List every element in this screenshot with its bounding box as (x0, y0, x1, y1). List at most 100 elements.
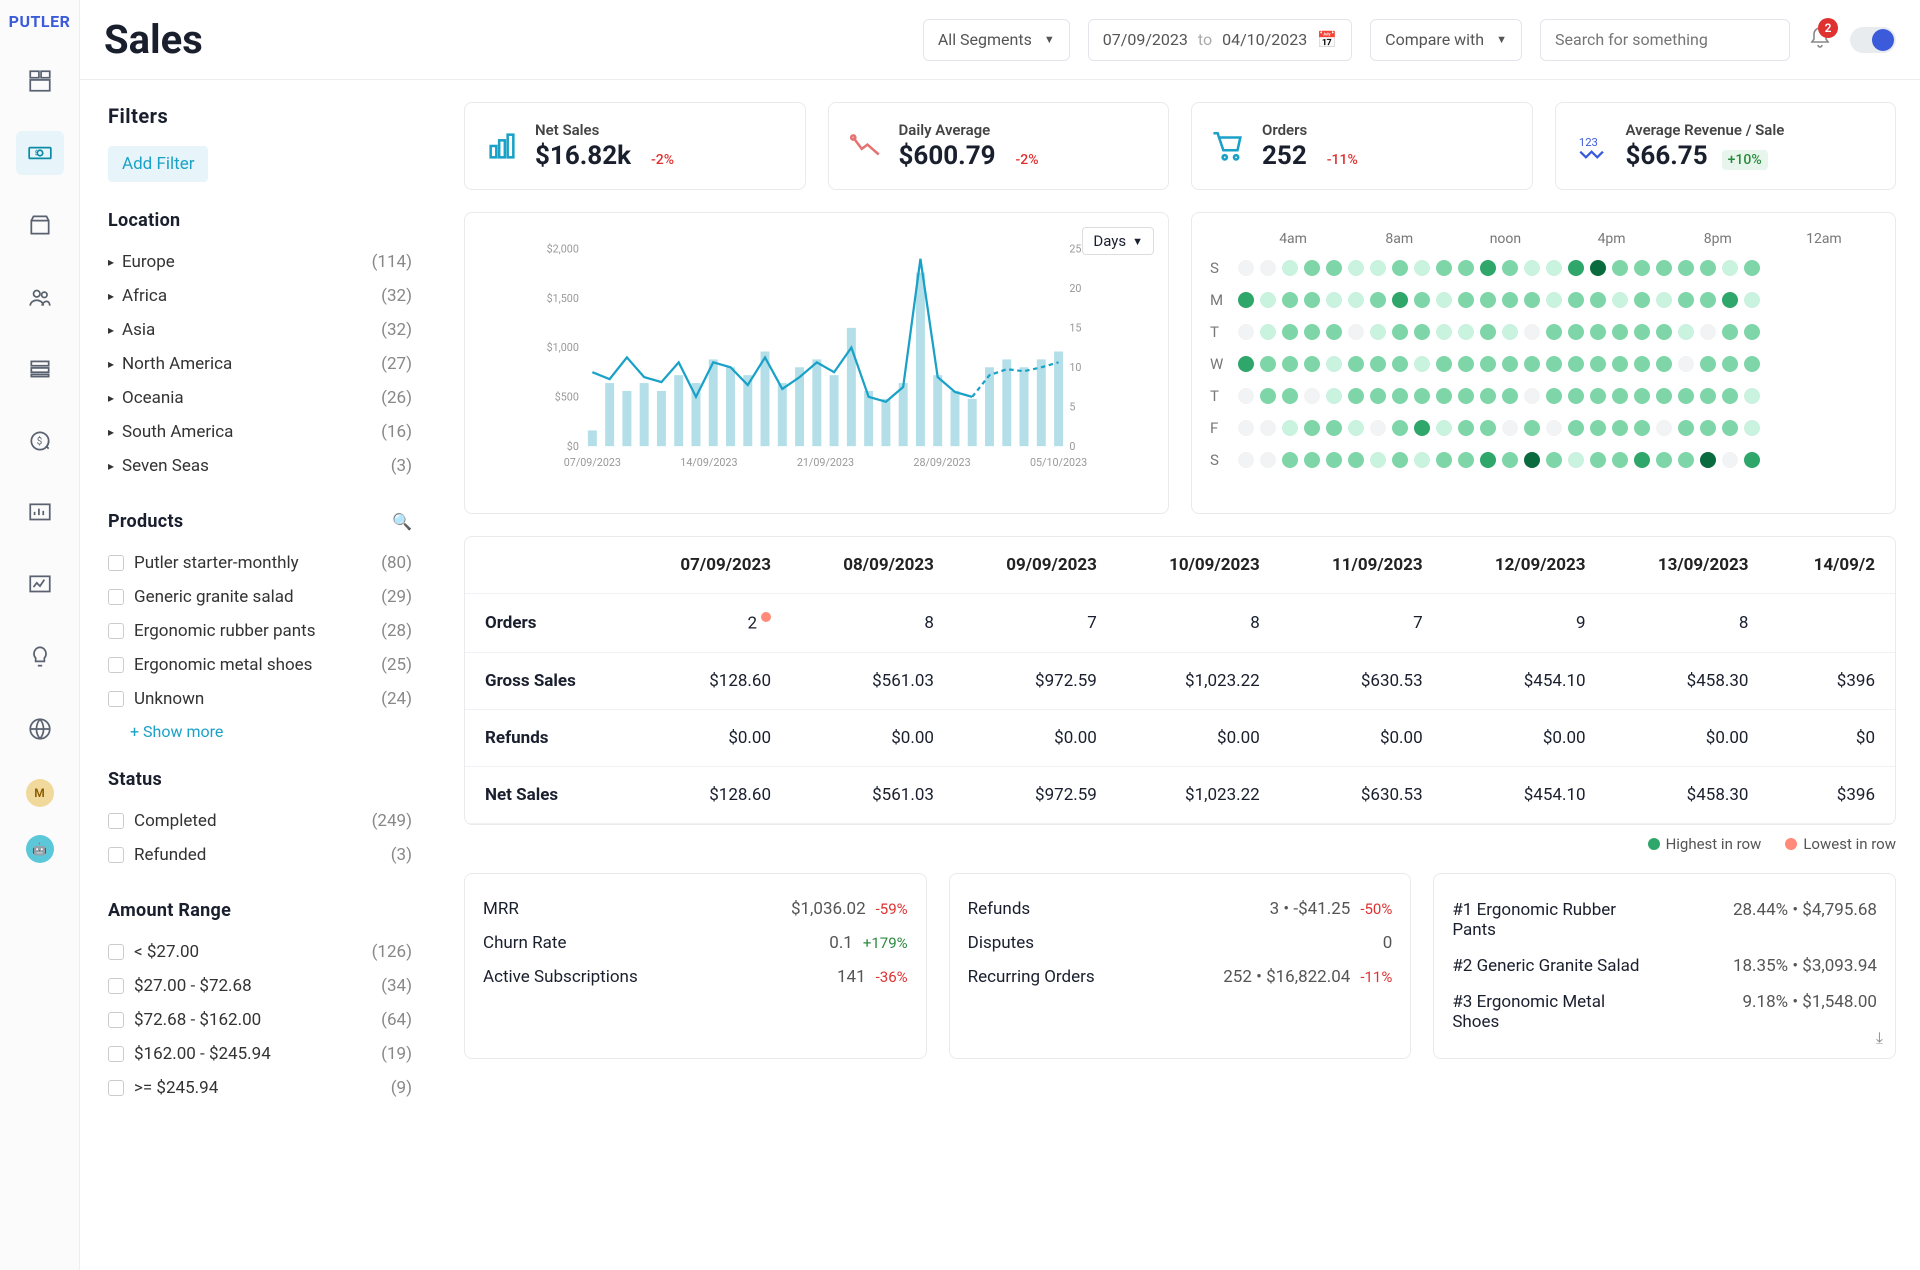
dot-high-icon (1648, 838, 1660, 850)
date-from: 07/09/2023 (1103, 30, 1188, 49)
trend-icon (849, 129, 883, 163)
filter-row[interactable]: $27.00 - $72.68(34) (108, 969, 412, 1003)
compare-select[interactable]: Compare with ▼ (1370, 19, 1522, 61)
filter-row[interactable]: Ergonomic rubber pants(28) (108, 614, 412, 648)
svg-text:$1,500: $1,500 (547, 292, 579, 305)
dot-low-icon (1785, 838, 1797, 850)
filter-amount: Amount Range < $27.00(126)$27.00 - $72.6… (108, 900, 412, 1105)
search-icon[interactable]: 🔍 (392, 512, 412, 531)
kpi-card[interactable]: Orders 252 -11% (1191, 102, 1533, 190)
nav-customers[interactable] (16, 275, 64, 319)
metrics-card-refunds: Refunds3 • -$41.25-50%Disputes0Recurring… (949, 873, 1412, 1059)
nav-insights[interactable] (16, 563, 64, 607)
filter-row[interactable]: < $27.00(126) (108, 935, 412, 969)
nav-analytics[interactable] (16, 491, 64, 535)
top-products-card: #1 Ergonomic Rubber Pants28.44% • $4,795… (1433, 873, 1896, 1059)
filter-row[interactable]: Ergonomic metal shoes(25) (108, 648, 412, 682)
filter-row[interactable]: ▸Africa(32) (108, 279, 412, 313)
date-range[interactable]: 07/09/2023 to 04/10/2023 📅 (1088, 19, 1352, 61)
heatmap-card: 4am8amnoon4pm8pm12amSMTWTFS (1191, 212, 1896, 514)
filter-row[interactable]: >= $245.94(9) (108, 1071, 412, 1105)
svg-text:14/09/2023: 14/09/2023 (680, 456, 737, 469)
chevron-down-icon: ▼ (1044, 33, 1055, 46)
filter-row[interactable]: ▸Europe(114) (108, 245, 412, 279)
filter-row[interactable]: ▸North America(27) (108, 347, 412, 381)
show-more-button[interactable]: + Show more (108, 716, 412, 741)
filter-row[interactable]: Generic granite salad(29) (108, 580, 412, 614)
sales-chart-card: Days ▼ $0$500$1,000$1,500$2,000051015202… (464, 212, 1169, 514)
kpi-card[interactable]: 123 Average Revenue / Sale $66.75 +10% (1555, 102, 1897, 190)
nav-ideas[interactable] (16, 635, 64, 679)
theme-toggle[interactable] (1850, 27, 1896, 53)
cart-icon (1212, 129, 1246, 163)
data-table: 07/09/202308/09/202309/09/202310/09/2023… (464, 536, 1896, 825)
nav-sales[interactable]: $ (16, 131, 64, 175)
kpi-card[interactable]: Daily Average $600.79 -2% (828, 102, 1170, 190)
segments-label: All Segments (938, 30, 1032, 49)
user-avatar[interactable]: M (26, 779, 54, 807)
add-filter-button[interactable]: Add Filter (108, 146, 208, 182)
rank-row: #3 Ergonomic Metal Shoes9.18% • $1,548.0… (1452, 984, 1877, 1040)
filter-row[interactable]: Putler starter-monthly(80) (108, 546, 412, 580)
filter-row[interactable]: Unknown(24) (108, 682, 412, 716)
kpi-card[interactable]: Net Sales $16.82k -2% (464, 102, 806, 190)
svg-text:05/10/2023: 05/10/2023 (1030, 456, 1087, 469)
status-title: Status (108, 769, 162, 790)
filter-status: Status Completed(249)Refunded(3) (108, 769, 412, 872)
filter-row[interactable]: Refunded(3) (108, 838, 412, 872)
filter-row[interactable]: ▸South America(16) (108, 415, 412, 449)
filter-row[interactable]: $72.68 - $162.00(64) (108, 1003, 412, 1037)
bot-avatar[interactable]: 🤖 (26, 835, 54, 863)
segments-select[interactable]: All Segments ▼ (923, 19, 1070, 61)
svg-text:5: 5 (1069, 400, 1075, 413)
svg-text:10: 10 (1069, 361, 1081, 374)
search-input[interactable] (1555, 30, 1775, 49)
date-to: 04/10/2023 (1222, 30, 1307, 49)
metric-row: MRR$1,036.02-59% (483, 892, 908, 926)
svg-text:$: $ (36, 436, 41, 447)
filter-products: Products 🔍 Putler starter-monthly(80)Gen… (108, 511, 412, 741)
svg-text:21/09/2023: 21/09/2023 (797, 456, 854, 469)
search-box[interactable] (1540, 19, 1790, 61)
heatmap: 4am8amnoon4pm8pm12amSMTWTFS (1210, 231, 1877, 469)
svg-text:$0: $0 (567, 440, 579, 453)
line-chart: $0$500$1,000$1,500$2,000051015202507/09/… (483, 231, 1150, 491)
nav-products[interactable] (16, 203, 64, 247)
svg-text:25: 25 (1069, 243, 1081, 256)
dashboard: Net Sales $16.82k -2% Daily Average $600… (440, 80, 1920, 1270)
metric-row: Churn Rate0.1+179% (483, 926, 908, 960)
nav-dashboard[interactable] (16, 59, 64, 103)
filter-row[interactable]: ▸Oceania(26) (108, 381, 412, 415)
page-title: Sales (104, 16, 203, 63)
svg-text:$: $ (34, 149, 38, 157)
download-icon[interactable]: ⤓ (1876, 1028, 1883, 1048)
amount-title: Amount Range (108, 900, 231, 921)
period-label: Days (1093, 232, 1126, 250)
svg-text:$2,000: $2,000 (547, 243, 579, 256)
filter-row[interactable]: $162.00 - $245.94(19) (108, 1037, 412, 1071)
metric-row: Refunds3 • -$41.25-50% (968, 892, 1393, 926)
calendar-icon: 📅 (1317, 30, 1337, 49)
kpi-row: Net Sales $16.82k -2% Daily Average $600… (464, 102, 1896, 190)
metric-row: Disputes0 (968, 926, 1393, 960)
svg-text:28/09/2023: 28/09/2023 (913, 456, 970, 469)
nav-web[interactable] (16, 707, 64, 751)
svg-text:07/09/2023: 07/09/2023 (564, 456, 621, 469)
num-icon: 123 (1576, 129, 1610, 163)
date-to-word: to (1198, 30, 1212, 49)
filters-panel: Filters Add Filter Location ▸Europe(114)… (80, 80, 440, 1270)
filters-title: Filters (108, 104, 412, 128)
notifications-button[interactable]: 2 (1808, 26, 1832, 54)
filter-row[interactable]: Completed(249) (108, 804, 412, 838)
nav-subscriptions[interactable]: $ (16, 419, 64, 463)
notif-badge: 2 (1818, 18, 1838, 38)
chart-period-select[interactable]: Days ▼ (1082, 227, 1154, 255)
nav-list[interactable] (16, 347, 64, 391)
svg-text:20: 20 (1069, 282, 1081, 295)
svg-text:15: 15 (1069, 321, 1081, 334)
chevron-down-icon: ▼ (1496, 33, 1507, 46)
legend-low: Lowest in row (1803, 835, 1896, 853)
svg-text:$1,000: $1,000 (547, 341, 579, 354)
filter-row[interactable]: ▸Seven Seas(3) (108, 449, 412, 483)
filter-row[interactable]: ▸Asia(32) (108, 313, 412, 347)
